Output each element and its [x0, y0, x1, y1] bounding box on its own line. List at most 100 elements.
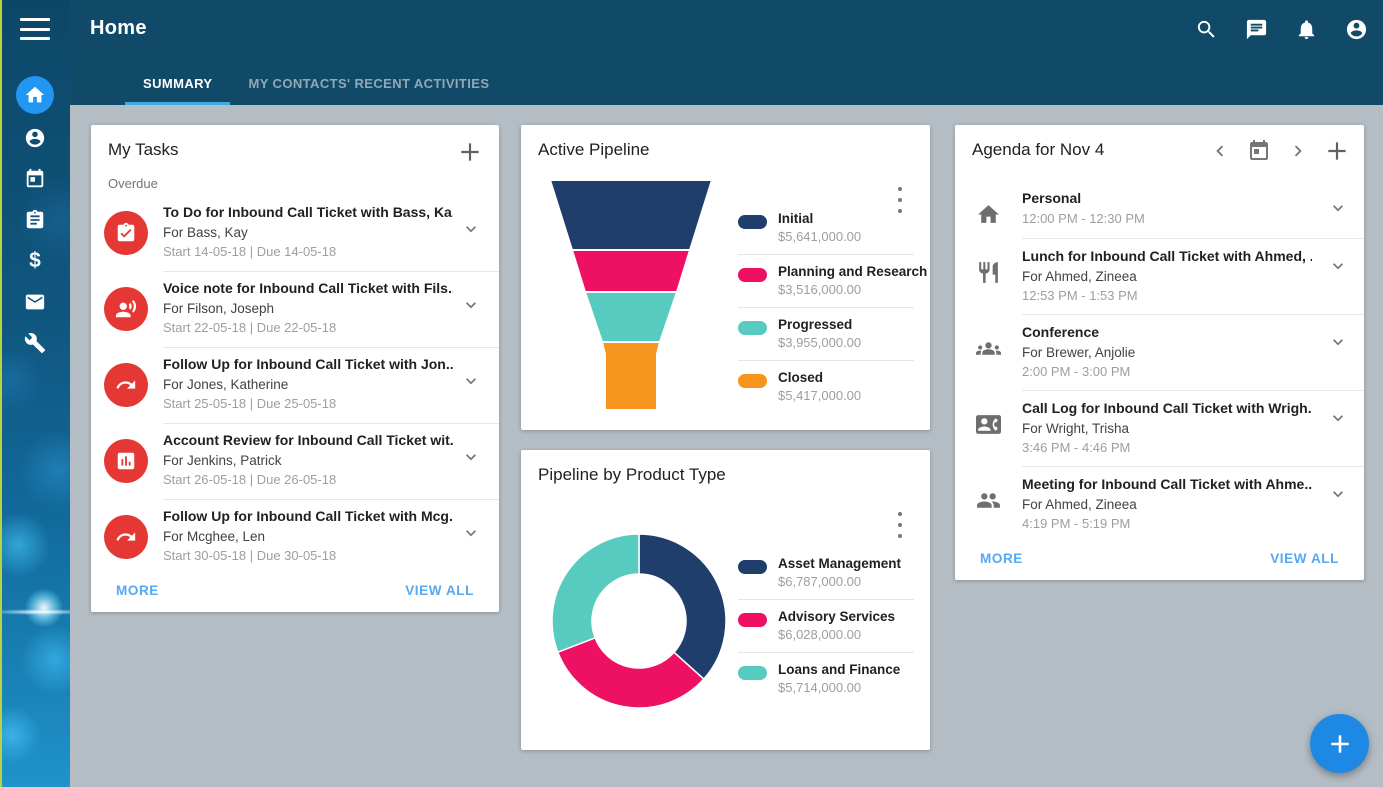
funnel-segment-progressed	[585, 292, 677, 342]
sidebar-item-sales[interactable]: $	[15, 240, 55, 281]
top-bar-actions	[1191, 14, 1371, 44]
legend-item: Advisory Services $6,028,000.00	[738, 599, 914, 652]
legend-item: Progressed $3,955,000.00	[738, 307, 914, 360]
task-contact: For Mcghee, Len	[163, 529, 453, 544]
sidebar-item-tasks[interactable]	[15, 199, 55, 240]
active-pipeline-card: Active Pipeline Initial $5,641,000.00 Pl…	[521, 125, 930, 430]
account-button[interactable]	[1341, 14, 1371, 44]
expand-event-button[interactable]	[1328, 408, 1348, 428]
agenda-row[interactable]: Conference For Brewer, Anjolie 2:00 PM -…	[955, 314, 1364, 390]
legend-swatch	[738, 268, 767, 282]
legend-item: Initial $5,641,000.00	[738, 202, 914, 254]
sidebar-item-contacts[interactable]	[15, 117, 55, 158]
funnel-legend: Initial $5,641,000.00 Planning and Resea…	[738, 202, 914, 413]
legend-label: Planning and Research	[778, 264, 914, 279]
top-bar: Home SUMMARY MY CONTACTS' RECENT ACTIVIT…	[70, 0, 1383, 105]
expand-task-button[interactable]	[461, 523, 481, 543]
pipeline-by-product-title: Pipeline by Product Type	[538, 465, 726, 485]
search-button[interactable]	[1191, 14, 1221, 44]
expand-task-button[interactable]	[461, 219, 481, 239]
add-task-button[interactable]	[457, 139, 483, 165]
legend-value: $5,417,000.00	[778, 388, 914, 403]
agenda-list: Personal 12:00 PM - 12:30 PM Lunch for I…	[955, 180, 1364, 542]
expand-event-button[interactable]	[1328, 198, 1348, 218]
expand-task-button[interactable]	[461, 447, 481, 467]
sidebar-item-calendar[interactable]	[15, 158, 55, 199]
legend-swatch	[738, 374, 767, 388]
task-row[interactable]: Account Review for Inbound Call Ticket w…	[91, 423, 499, 499]
funnel-chart	[548, 180, 714, 412]
view-all-button[interactable]: VIEW ALL	[1270, 551, 1339, 566]
sidebar-item-tools[interactable]	[15, 322, 55, 363]
event-contact: For Wright, Trisha	[1022, 421, 1312, 436]
follow-up-arrow-icon	[104, 515, 148, 559]
tab-summary[interactable]: SUMMARY	[125, 76, 230, 105]
event-contact: For Ahmed, Zineea	[1022, 269, 1312, 284]
pipeline-by-product-card: Pipeline by Product Type Asset Managemen…	[521, 450, 930, 750]
plus-icon	[457, 139, 483, 165]
task-dates: Start 25-05-18 | Due 25-05-18	[163, 396, 453, 411]
overdue-label: Overdue	[108, 176, 158, 191]
add-event-button[interactable]	[1324, 138, 1350, 164]
task-row[interactable]: Follow Up for Inbound Call Ticket with M…	[91, 499, 499, 575]
expand-event-button[interactable]	[1328, 256, 1348, 276]
legend-swatch	[738, 215, 767, 229]
agenda-row[interactable]: Personal 12:00 PM - 12:30 PM	[955, 180, 1364, 238]
hamburger-menu-icon[interactable]	[20, 18, 50, 40]
donut-chart	[550, 532, 728, 710]
sidebar-item-home[interactable]	[16, 76, 54, 114]
task-row[interactable]: Follow Up for Inbound Call Ticket with J…	[91, 347, 499, 423]
legend-label: Loans and Finance	[778, 662, 914, 677]
view-all-button[interactable]: VIEW ALL	[405, 583, 474, 598]
chevron-down-icon	[461, 371, 481, 391]
chat-button[interactable]	[1241, 14, 1271, 44]
my-tasks-card: My Tasks Overdue To Do for Inbound Call …	[91, 125, 499, 612]
expand-task-button[interactable]	[461, 371, 481, 391]
task-dates: Start 22-05-18 | Due 22-05-18	[163, 320, 453, 335]
agenda-row[interactable]: Lunch for Inbound Call Ticket with Ahmed…	[955, 238, 1364, 314]
bar-chart-icon	[104, 439, 148, 483]
task-dates: Start 14-05-18 | Due 14-05-18	[163, 244, 453, 259]
expand-event-button[interactable]	[1328, 332, 1348, 352]
home-icon	[973, 200, 1003, 228]
chevron-down-icon	[1328, 408, 1348, 428]
calendar-picker-button[interactable]	[1246, 138, 1272, 164]
funnel-segment-initial	[550, 180, 712, 250]
agenda-title: Agenda for Nov 4	[972, 140, 1104, 160]
notifications-button[interactable]	[1291, 14, 1321, 44]
legend-swatch	[738, 666, 767, 680]
fab-add-button[interactable]	[1310, 714, 1369, 773]
agenda-row[interactable]: Call Log for Inbound Call Ticket with Wr…	[955, 390, 1364, 466]
kebab-menu-icon[interactable]	[892, 512, 908, 538]
tab-bar: SUMMARY MY CONTACTS' RECENT ACTIVITIES	[125, 76, 507, 105]
previous-day-button[interactable]	[1207, 138, 1233, 164]
chevron-down-icon	[1328, 256, 1348, 276]
next-day-button[interactable]	[1285, 138, 1311, 164]
legend-item: Asset Management $6,787,000.00	[738, 547, 914, 599]
task-dates: Start 30-05-18 | Due 30-05-18	[163, 548, 453, 563]
expand-event-button[interactable]	[1328, 484, 1348, 504]
task-row[interactable]: Voice note for Inbound Call Ticket with …	[91, 271, 499, 347]
agenda-row[interactable]: Meeting for Inbound Call Ticket with Ahm…	[955, 466, 1364, 542]
chevron-right-icon	[1287, 140, 1309, 162]
event-time: 2:00 PM - 3:00 PM	[1022, 364, 1312, 379]
calendar-icon	[24, 168, 46, 190]
plus-icon	[1324, 138, 1350, 164]
expand-task-button[interactable]	[461, 295, 481, 315]
legend-value: $5,641,000.00	[778, 229, 914, 244]
task-row[interactable]: To Do for Inbound Call Ticket with Bass,…	[91, 195, 499, 271]
legend-label: Progressed	[778, 317, 914, 332]
sidebar-item-mail[interactable]	[15, 281, 55, 322]
legend-swatch	[738, 560, 767, 574]
my-tasks-title: My Tasks	[108, 140, 179, 160]
tab-recent-activities[interactable]: MY CONTACTS' RECENT ACTIVITIES	[230, 76, 507, 105]
event-title: Personal	[1022, 190, 1312, 206]
donut-legend: Asset Management $6,787,000.00 Advisory …	[738, 547, 914, 705]
legend-item: Closed $5,417,000.00	[738, 360, 914, 413]
more-button[interactable]: MORE	[116, 583, 159, 598]
legend-label: Advisory Services	[778, 609, 914, 624]
more-button[interactable]: MORE	[980, 551, 1023, 566]
event-time: 12:53 PM - 1:53 PM	[1022, 288, 1312, 303]
agenda-card: Agenda for Nov 4 Personal	[955, 125, 1364, 580]
chevron-down-icon	[461, 447, 481, 467]
